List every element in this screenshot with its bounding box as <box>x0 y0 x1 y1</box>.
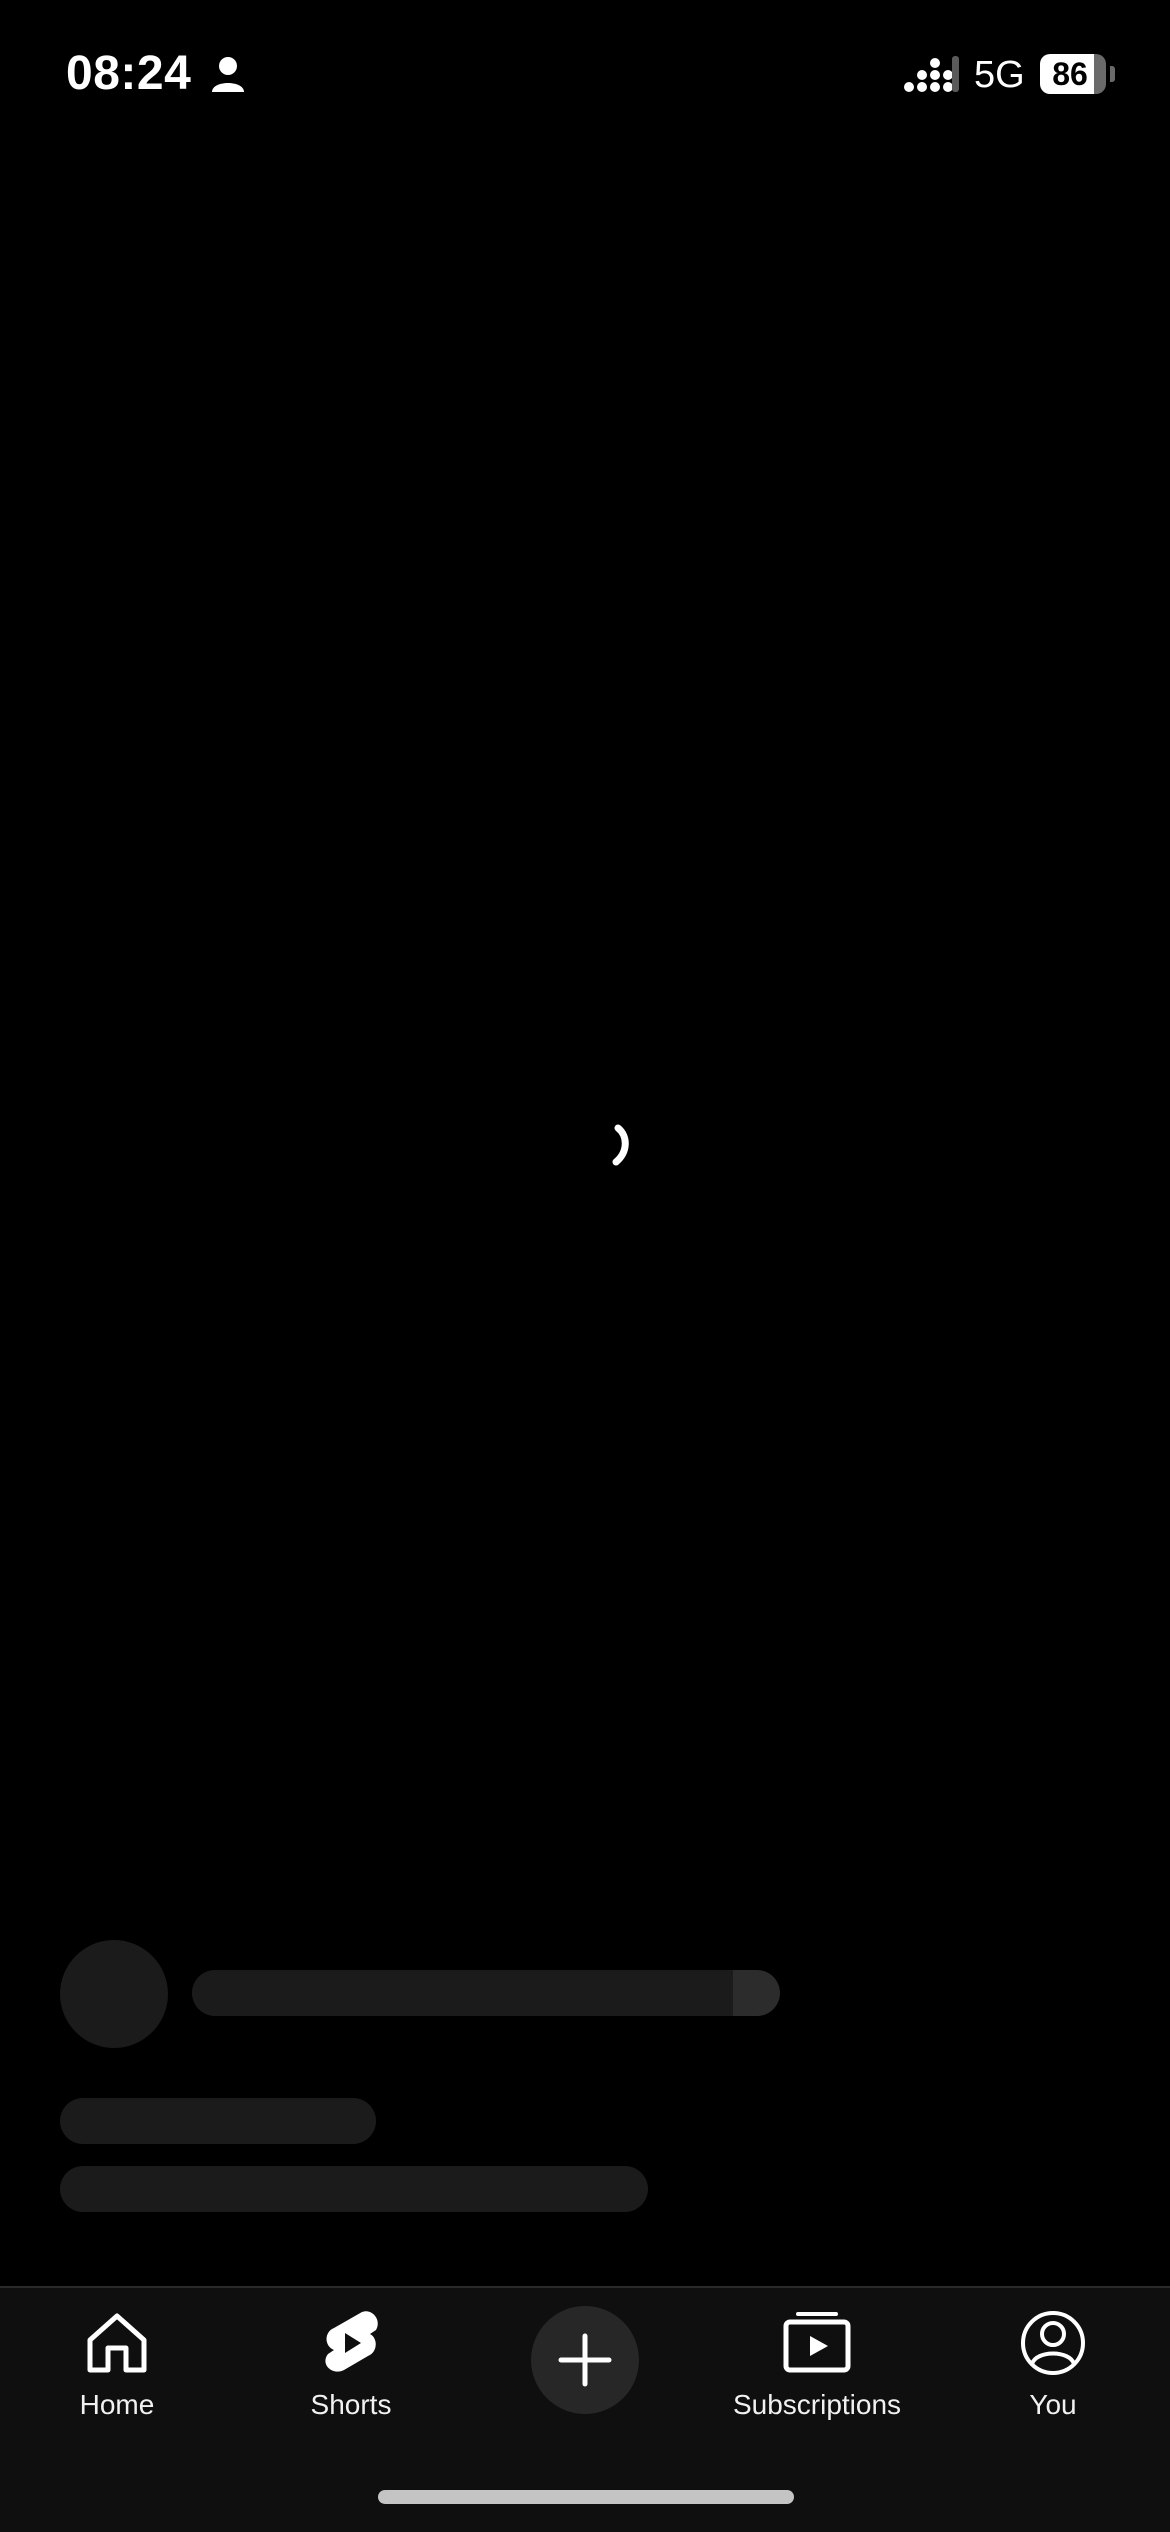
nav-shorts[interactable]: Shorts <box>234 2308 468 2448</box>
account-icon <box>1021 2311 1085 2375</box>
status-time: 08:24 <box>66 47 192 100</box>
create-button[interactable] <box>531 2306 639 2414</box>
home-icon <box>87 2313 147 2373</box>
skeleton-text-line <box>60 2098 376 2144</box>
skeleton-avatar <box>60 1940 168 2048</box>
battery-cap <box>1110 66 1115 82</box>
nav-subscriptions[interactable]: Subscriptions <box>700 2308 934 2448</box>
nav-you-label: You <box>1029 2389 1077 2420</box>
skeleton-title-bar <box>192 1970 780 2016</box>
skeleton-text-line <box>60 2166 648 2212</box>
shorts-icon <box>325 2311 378 2372</box>
nav-you[interactable]: You <box>936 2308 1170 2448</box>
loading-spinner-icon <box>612 1124 629 1166</box>
network-type: 5G <box>974 54 1025 96</box>
status-bar: 08:24 5G 86 <box>0 0 1170 150</box>
app-screen: 08:24 5G 86 Home Shorts Subscriptions Yo… <box>0 0 1170 2532</box>
nav-shorts-label: Shorts <box>310 2389 392 2420</box>
nav-home-label: Home <box>79 2389 155 2420</box>
battery-level: 86 <box>1052 56 1088 92</box>
nav-home[interactable]: Home <box>0 2308 234 2448</box>
person-icon <box>212 57 244 92</box>
plus-icon <box>558 2333 612 2387</box>
battery-icon: 86 <box>1040 54 1106 94</box>
nav-subscriptions-label: Subscriptions <box>732 2389 902 2420</box>
home-indicator[interactable] <box>378 2490 794 2504</box>
subscriptions-icon <box>783 2312 851 2373</box>
signal-icon <box>904 56 959 92</box>
